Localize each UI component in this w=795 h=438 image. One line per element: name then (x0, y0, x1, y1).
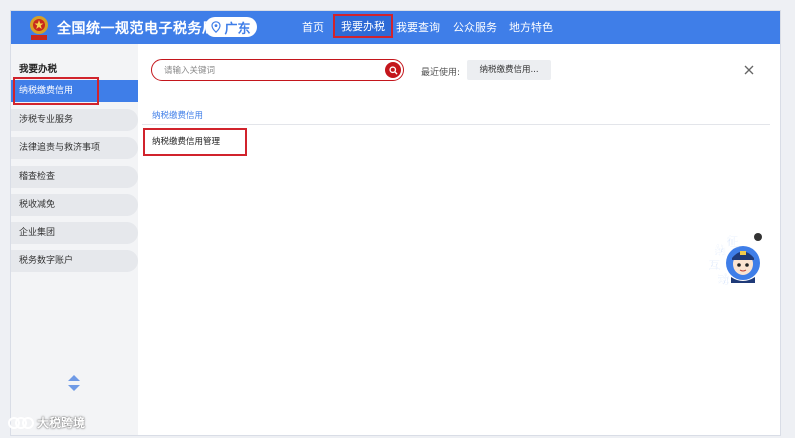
search-box (151, 59, 404, 81)
sidebar-item-inspection[interactable]: 稽查检查 (11, 166, 138, 188)
assistant-close-button[interactable] (754, 233, 762, 241)
watermark-text: 大税跨境 (37, 416, 86, 430)
sidebar-item-label: 税务数字账户 (19, 256, 74, 266)
sidebar-item-label: 企业集团 (19, 228, 56, 238)
nav-local-features[interactable]: 地方特色 (509, 19, 553, 35)
assistant-char: 纳 (715, 244, 726, 257)
sidebar-item-label: 稽查检查 (19, 172, 56, 182)
assistant-char: 动 (718, 273, 729, 286)
sidebar-item-label: 法律追责与救济事项 (19, 143, 101, 153)
divider (142, 124, 770, 125)
assistant-char: 征 (727, 235, 738, 248)
search-button[interactable] (385, 62, 401, 78)
sidebar-item-tax-relief[interactable]: 税收减免 (11, 194, 138, 216)
scroll-arrows-icon[interactable] (67, 374, 81, 392)
nav-handle-tax[interactable]: 我要办税 (333, 14, 393, 38)
close-icon[interactable] (744, 65, 754, 75)
location-pin-icon (211, 21, 222, 33)
result-link-tax-credit-management[interactable]: 纳税缴费信用管理 (143, 128, 247, 156)
sidebar-item-enterprise-group[interactable]: 企业集团 (11, 222, 138, 244)
assistant-widget[interactable]: 征 纳 互 动 (703, 233, 763, 289)
sidebar-item-digital-account[interactable]: 税务数字账户 (11, 250, 138, 272)
sidebar-item-label: 税收减免 (19, 200, 56, 210)
tax-emblem-icon (30, 16, 48, 40)
sidebar-item-tax-credit[interactable]: 纳税缴费信用 (11, 77, 138, 105)
sidebar-item-legal-remedy[interactable]: 法律追责与救济事项 (11, 137, 138, 159)
sidebar-item-label: 纳税缴费信用 (19, 86, 74, 96)
site-title: 全国统一规范电子税务局 (57, 21, 217, 37)
search-input[interactable] (162, 63, 376, 79)
assistant-avatar-icon (726, 246, 760, 283)
sidebar-item-professional-service[interactable]: 涉税专业服务 (11, 109, 138, 131)
sidebar-item-label: 涉税专业服务 (19, 115, 74, 125)
watermark-logo-icon (8, 416, 34, 429)
top-header: 全国统一规范电子税务局 广东 首页 我要办税 我要查询 公众服务 地方特色 (11, 11, 780, 44)
watermark: 大税跨境 (8, 414, 85, 431)
region-label: 广东 (224, 21, 251, 37)
sidebar-title: 我要办税 (19, 64, 58, 75)
sidebar: 我要办税 纳税缴费信用 涉税专业服务 法律追责与救济事项 稽查检查 税收减免 企… (11, 44, 138, 435)
search-icon (388, 65, 398, 75)
nav-query[interactable]: 我要查询 (396, 19, 440, 35)
region-selector[interactable]: 广东 (205, 17, 257, 37)
recent-chip[interactable]: 纳税缴费信用... (467, 60, 551, 80)
app-window: 全国统一规范电子税务局 广东 首页 我要办税 我要查询 公众服务 地方特色 我要… (10, 10, 781, 436)
nav-public-service[interactable]: 公众服务 (453, 19, 497, 35)
recent-label: 最近使用: (421, 68, 461, 78)
section-label: 纳税缴费信用 (152, 111, 204, 121)
nav-home[interactable]: 首页 (302, 19, 324, 35)
